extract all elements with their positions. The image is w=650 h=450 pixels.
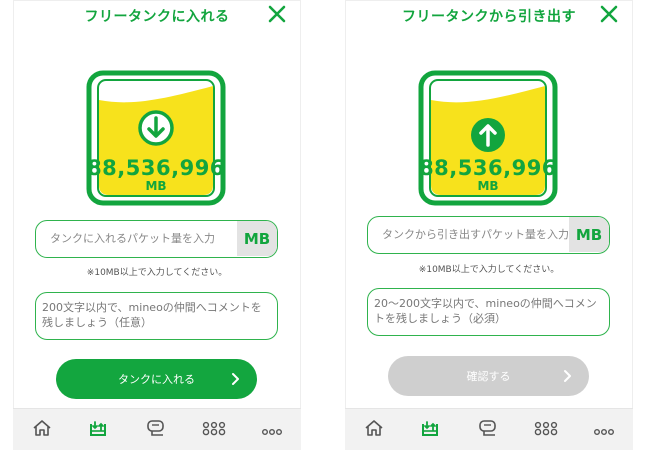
comment-box xyxy=(367,288,610,336)
put-into-tank-panel: フリータンクに入れる 88,536,996 MB MB ※10MB以上で入力して… xyxy=(13,0,301,450)
confirm-button[interactable]: 確認する xyxy=(388,356,589,396)
comment-box xyxy=(35,292,278,340)
tab-community[interactable] xyxy=(202,419,226,441)
panel-header: フリータンクから引き出す xyxy=(345,0,633,32)
chat-icon xyxy=(146,418,166,442)
tab-more[interactable] xyxy=(260,419,284,441)
packet-input-box: MB xyxy=(35,220,278,258)
home-icon xyxy=(364,419,384,441)
arrow-up-icon xyxy=(470,117,506,153)
comment-field[interactable] xyxy=(368,289,609,335)
tab-chat[interactable] xyxy=(476,419,500,441)
tank-unit: MB xyxy=(145,179,167,193)
tab-home[interactable] xyxy=(362,419,386,441)
tank-amount: 88,536,996 xyxy=(419,156,557,180)
tab-community[interactable] xyxy=(534,419,558,441)
tab-more[interactable] xyxy=(592,419,616,441)
tank-graphic: 88,536,996 MB xyxy=(418,70,558,206)
panel-title: フリータンクに入れる xyxy=(84,9,230,25)
put-into-tank-button[interactable]: タンクに入れる xyxy=(56,359,257,399)
arrow-down-icon xyxy=(138,110,174,146)
more-icon xyxy=(593,421,615,440)
chevron-right-icon xyxy=(229,372,241,386)
packet-input-box: MB xyxy=(367,216,610,254)
tab-tank[interactable] xyxy=(418,419,442,441)
packet-amount-input[interactable] xyxy=(368,217,568,252)
tank-icon xyxy=(420,418,440,442)
tab-home[interactable] xyxy=(30,419,54,441)
input-note: ※10MB以上で入力してください。 xyxy=(86,268,228,278)
close-icon[interactable] xyxy=(599,4,619,24)
packet-amount-input[interactable] xyxy=(36,221,236,256)
more-icon xyxy=(261,421,283,440)
tank-amount: 88,536,996 xyxy=(87,156,225,180)
panel-title: フリータンクから引き出す xyxy=(402,9,576,25)
tab-chat[interactable] xyxy=(144,419,168,441)
input-note: ※10MB以上で入力してください。 xyxy=(418,265,560,275)
tank-graphic: 88,536,996 MB xyxy=(86,70,226,206)
chat-icon xyxy=(478,418,498,442)
panel-header: フリータンクに入れる xyxy=(13,0,301,32)
bottom-tab-bar xyxy=(13,408,301,450)
unit-label: MB xyxy=(569,217,609,252)
comment-field[interactable] xyxy=(36,293,277,339)
tab-tank[interactable] xyxy=(86,419,110,441)
tank-icon xyxy=(88,418,108,442)
unit-label: MB xyxy=(237,221,277,256)
chevron-right-icon xyxy=(561,369,573,383)
tank-unit: MB xyxy=(477,179,499,193)
close-icon[interactable] xyxy=(267,4,287,24)
community-icon xyxy=(534,419,558,441)
button-label: 確認する xyxy=(466,370,511,383)
button-label: タンクに入れる xyxy=(118,373,195,386)
withdraw-from-tank-panel: フリータンクから引き出す 88,536,996 MB MB ※10MB以上で入力… xyxy=(345,0,633,450)
home-icon xyxy=(32,419,52,441)
community-icon xyxy=(202,419,226,441)
bottom-tab-bar xyxy=(345,408,633,450)
